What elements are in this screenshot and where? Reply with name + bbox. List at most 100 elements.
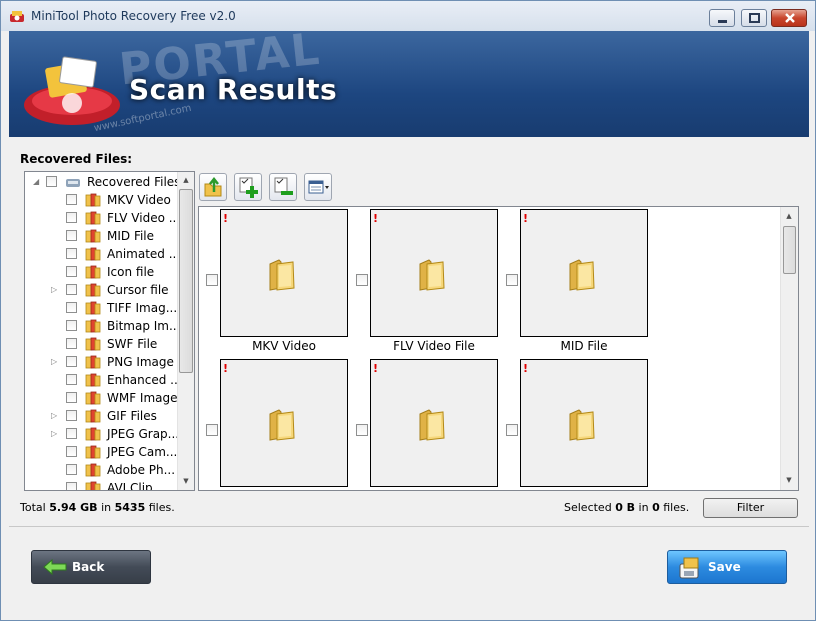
- grid-scrollbar[interactable]: ▲ ▼: [780, 207, 798, 490]
- tree-scrollbar[interactable]: ▲ ▼: [177, 172, 194, 490]
- tree-item-checkbox[interactable]: [66, 464, 77, 475]
- thumbnail-checkbox[interactable]: [206, 274, 218, 286]
- thumbnail-preview[interactable]: !: [220, 209, 348, 337]
- tree-item[interactable]: ▷ PNG Image: [25, 353, 177, 371]
- grid-scroll-thumb[interactable]: [783, 226, 796, 274]
- thumbnail-item[interactable]: !: [349, 357, 498, 490]
- tree-item-label: GIF Files: [107, 409, 157, 423]
- save-button[interactable]: Save: [667, 550, 787, 584]
- tree-item-checkbox[interactable]: [66, 482, 77, 490]
- thumbnail-checkbox[interactable]: [206, 424, 218, 436]
- scroll-up-icon[interactable]: ▲: [181, 175, 191, 185]
- folder-icon: [269, 259, 295, 291]
- thumbnail-preview[interactable]: !: [520, 359, 648, 487]
- file-tree: ◢ Recovered Files MKV Video FLV Video ...…: [24, 171, 195, 491]
- tree-item-checkbox[interactable]: [66, 446, 77, 457]
- tree-item-checkbox[interactable]: [66, 338, 77, 349]
- warning-badge: !: [373, 212, 379, 225]
- tree-item-checkbox[interactable]: [66, 248, 77, 259]
- tree-root-checkbox[interactable]: [46, 176, 57, 187]
- tree-item-checkbox[interactable]: [66, 302, 77, 313]
- expand-icon[interactable]: ▷: [51, 430, 59, 438]
- tree-item[interactable]: WMF Image: [25, 389, 178, 407]
- thumbnail-checkbox[interactable]: [356, 424, 368, 436]
- file-type-icon: [85, 391, 101, 405]
- tree-item[interactable]: ▷ Cursor file: [25, 281, 177, 299]
- remove-icon: [274, 177, 293, 195]
- close-button[interactable]: [771, 9, 807, 27]
- thumbnail-checkbox[interactable]: [506, 274, 518, 286]
- thumbnail-item[interactable]: !: [199, 357, 348, 490]
- tree-item[interactable]: MKV Video: [25, 191, 177, 209]
- tree-item[interactable]: ▷ JPEG Grap...: [25, 425, 179, 443]
- scroll-down-icon[interactable]: ▼: [784, 475, 794, 485]
- tree-item[interactable]: ▷ GIF Files: [25, 407, 177, 425]
- deselect-button[interactable]: [269, 173, 297, 201]
- selected-summary: Selected 0 B in 0 files.: [564, 501, 690, 514]
- tree-item-checkbox[interactable]: [66, 266, 77, 277]
- tree-item[interactable]: Bitmap Im...: [25, 317, 181, 335]
- maximize-button[interactable]: [741, 9, 767, 27]
- thumbnail-item[interactable]: ! MKV Video: [199, 207, 348, 357]
- thumbnail-item[interactable]: ! MID File: [499, 207, 648, 357]
- tree-scroll-thumb[interactable]: [179, 189, 193, 373]
- tree-item[interactable]: TIFF Imag...: [25, 299, 177, 317]
- filter-button[interactable]: Filter: [703, 498, 798, 518]
- title-bar: MiniTool Photo Recovery Free v2.0: [1, 1, 815, 31]
- tree-item-checkbox[interactable]: [66, 374, 77, 385]
- thumbnail-caption: MID File: [560, 339, 608, 353]
- tree-item[interactable]: Animated ...: [25, 245, 180, 263]
- add-icon: [239, 177, 258, 198]
- tree-item-checkbox[interactable]: [66, 428, 77, 439]
- thumbnail-preview[interactable]: !: [220, 359, 348, 487]
- expand-icon[interactable]: ▷: [51, 358, 59, 366]
- total-size: 5.94 GB: [49, 501, 98, 514]
- tree-item-checkbox[interactable]: [66, 392, 77, 403]
- tree-item[interactable]: Adobe Ph...: [25, 461, 177, 479]
- total-count: 5435: [114, 501, 146, 514]
- tree-item[interactable]: AVI Clip: [25, 479, 177, 490]
- minimize-button[interactable]: [709, 9, 735, 27]
- tree-item-checkbox[interactable]: [66, 410, 77, 421]
- selected-size: 0 B: [615, 501, 636, 514]
- tree-item-checkbox[interactable]: [66, 194, 77, 205]
- thumbnail-preview[interactable]: !: [370, 209, 498, 337]
- total-summary: Total 5.94 GB in 5435 files.: [20, 501, 175, 514]
- tree-item-checkbox[interactable]: [66, 212, 77, 223]
- thumbnail-checkbox[interactable]: [506, 424, 518, 436]
- thumbnail-item[interactable]: ! FLV Video File: [349, 207, 498, 357]
- thumbnail-preview[interactable]: !: [520, 209, 648, 337]
- go-up-icon: [204, 176, 222, 197]
- expand-icon[interactable]: ▷: [51, 286, 59, 294]
- thumbnail-preview[interactable]: !: [370, 359, 498, 487]
- tree-item-label: Bitmap Im...: [107, 319, 181, 333]
- tree-item-checkbox[interactable]: [66, 230, 77, 241]
- folder-icon: [269, 409, 295, 441]
- thumbnail-checkbox[interactable]: [356, 274, 368, 286]
- file-type-icon: [85, 247, 101, 261]
- go-up-button[interactable]: [199, 173, 227, 201]
- file-type-icon: [85, 283, 101, 297]
- tree-item-checkbox[interactable]: [66, 320, 77, 331]
- back-button[interactable]: Back: [31, 550, 151, 584]
- expand-icon[interactable]: ▷: [51, 412, 59, 420]
- file-type-icon: [85, 373, 101, 387]
- tree-item-checkbox[interactable]: [66, 356, 77, 367]
- tree-item[interactable]: Enhanced ...: [25, 371, 182, 389]
- view-mode-button[interactable]: [304, 173, 332, 201]
- select-all-button[interactable]: [234, 173, 262, 201]
- tree-item[interactable]: JPEG Cam...: [25, 443, 177, 461]
- file-type-icon: [85, 229, 101, 243]
- scroll-down-icon[interactable]: ▼: [181, 476, 191, 486]
- tree-item[interactable]: FLV Video ...: [25, 209, 180, 227]
- tree-root[interactable]: ◢ Recovered Files: [25, 173, 180, 191]
- tree-item-checkbox[interactable]: [66, 284, 77, 295]
- scroll-up-icon[interactable]: ▲: [784, 211, 794, 221]
- tree-item[interactable]: MID File: [25, 227, 177, 245]
- thumbnail-item[interactable]: !: [499, 357, 648, 490]
- thumbnail-caption: FLV Video File: [393, 339, 475, 353]
- tree-item[interactable]: SWF File: [25, 335, 177, 353]
- collapse-icon[interactable]: ◢: [33, 178, 41, 186]
- tree-item-label: SWF File: [107, 337, 158, 351]
- tree-item[interactable]: Icon file: [25, 263, 177, 281]
